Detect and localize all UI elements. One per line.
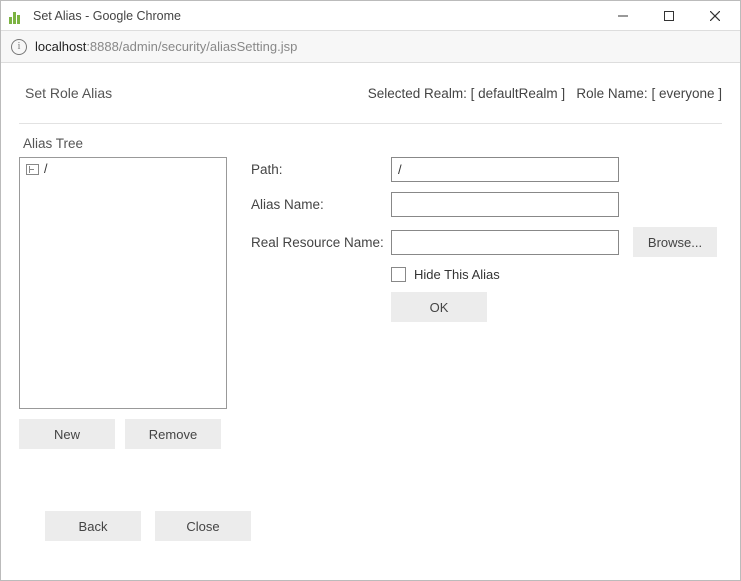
minimize-icon xyxy=(618,11,628,21)
path-input[interactable] xyxy=(391,157,619,182)
resource-name-input[interactable] xyxy=(391,230,619,255)
realm-info: Selected Realm: [ defaultRealm ] Role Na… xyxy=(368,86,722,101)
ok-button[interactable]: OK xyxy=(391,292,487,322)
role-name-label: Role Name: xyxy=(576,86,647,101)
site-info-icon[interactable]: i xyxy=(11,39,27,55)
page-content: Set Role Alias Selected Realm: [ default… xyxy=(1,63,740,449)
hide-alias-label: Hide This Alias xyxy=(414,267,500,282)
path-label: Path: xyxy=(251,162,391,177)
address-host: localhost xyxy=(35,39,86,54)
role-name-value: [ everyone ] xyxy=(651,86,722,101)
main-layout: / New Remove Path: Alias Name: Real Reso… xyxy=(19,157,722,449)
hide-alias-checkbox[interactable] xyxy=(391,267,406,282)
window-controls xyxy=(600,2,738,30)
page-header: Set Role Alias Selected Realm: [ default… xyxy=(19,85,722,101)
titlebar: Set Alias - Google Chrome xyxy=(1,1,740,31)
window-title: Set Alias - Google Chrome xyxy=(33,9,600,23)
alias-name-input[interactable] xyxy=(391,192,619,217)
alias-tree[interactable]: / xyxy=(19,157,227,409)
page-title: Set Role Alias xyxy=(19,85,112,101)
alias-name-label: Alias Name: xyxy=(251,197,391,212)
hide-alias-row: Hide This Alias xyxy=(391,267,722,282)
divider xyxy=(19,123,722,124)
alias-name-row: Alias Name: xyxy=(251,192,722,217)
tree-node-icon xyxy=(26,164,39,175)
selected-realm-label: Selected Realm: xyxy=(368,86,467,101)
footer-buttons: Back Close xyxy=(45,511,251,541)
resource-name-row: Real Resource Name: Browse... xyxy=(251,227,722,257)
close-button[interactable]: Close xyxy=(155,511,251,541)
path-row: Path: xyxy=(251,157,722,182)
app-icon xyxy=(9,8,25,24)
browse-button[interactable]: Browse... xyxy=(633,227,717,257)
form-panel: Path: Alias Name: Real Resource Name: Br… xyxy=(251,157,722,322)
minimize-button[interactable] xyxy=(600,2,646,30)
maximize-button[interactable] xyxy=(646,2,692,30)
resource-name-label: Real Resource Name: xyxy=(251,235,391,250)
selected-realm-value: [ defaultRealm ] xyxy=(471,86,566,101)
address-path: :8888/admin/security/aliasSetting.jsp xyxy=(86,39,297,54)
address-bar[interactable]: i localhost:8888/admin/security/aliasSet… xyxy=(1,31,740,63)
close-window-button[interactable] xyxy=(692,2,738,30)
tree-root-item[interactable]: / xyxy=(26,162,220,176)
alias-tree-label: Alias Tree xyxy=(19,136,722,151)
tree-buttons: New Remove xyxy=(19,419,227,449)
maximize-icon xyxy=(664,11,674,21)
new-button[interactable]: New xyxy=(19,419,115,449)
close-icon xyxy=(710,11,720,21)
back-button[interactable]: Back xyxy=(45,511,141,541)
tree-root-label: / xyxy=(44,162,47,176)
ok-row: OK xyxy=(391,292,722,322)
remove-button[interactable]: Remove xyxy=(125,419,221,449)
tree-panel: / New Remove xyxy=(19,157,227,449)
